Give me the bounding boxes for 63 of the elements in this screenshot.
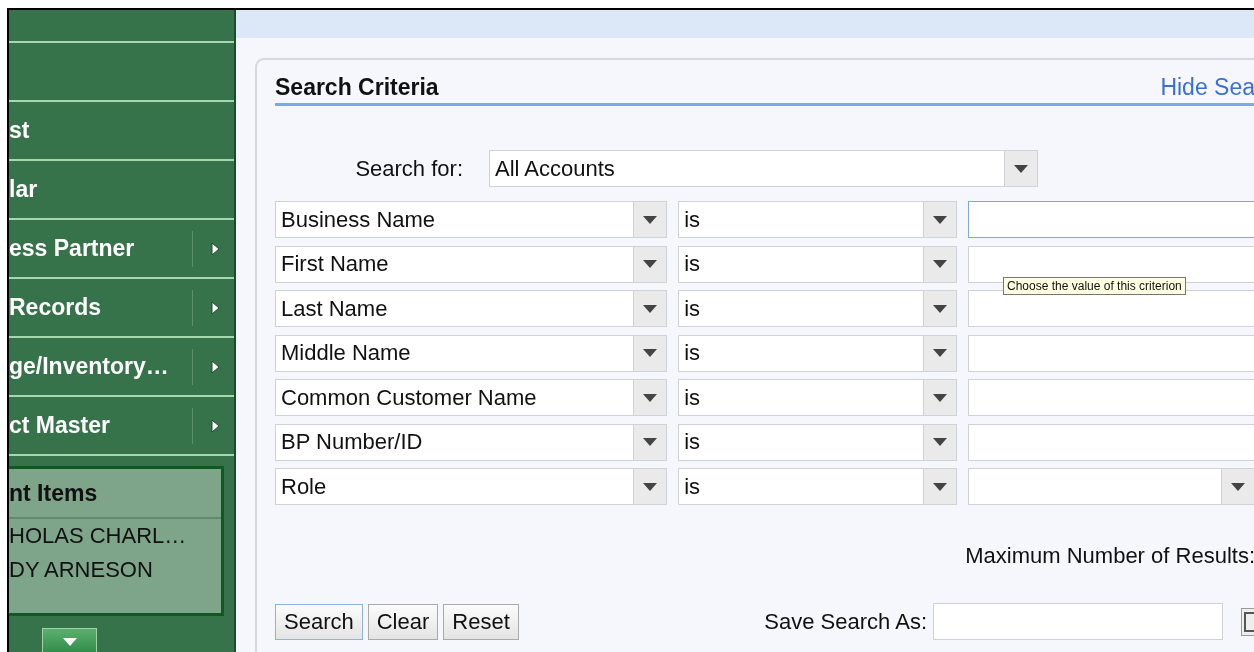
recent-item-link[interactable]: HOLAS CHARL… [9, 519, 221, 553]
submenu-arrow-icon [211, 418, 220, 433]
save-search-field[interactable] [933, 603, 1223, 640]
submenu-arrow-icon [211, 359, 220, 374]
caret-down-icon [932, 393, 947, 402]
field-dropdown[interactable]: Role [275, 468, 668, 505]
search-button[interactable]: Search [275, 603, 363, 640]
caret-down-icon [643, 349, 658, 357]
nav-item[interactable]: ge/Inventory… [9, 338, 234, 397]
operator-dropdown[interactable]: is [678, 334, 957, 372]
field-dropdown[interactable]: Common Customer Name [275, 379, 668, 416]
operator-dropdown[interactable]: is [678, 201, 957, 238]
field-dropdown[interactable]: Last Name [275, 290, 668, 327]
caret-down-icon [643, 215, 658, 224]
caret-down-icon [1231, 482, 1245, 491]
nav-item[interactable]: ct Master [9, 397, 234, 456]
max-results-label: Maximum Number of Results: [965, 543, 1254, 569]
caret-down-icon [932, 438, 947, 446]
caret-down-icon [932, 349, 947, 357]
caret-down-icon [1014, 164, 1028, 173]
nav-item[interactable]: ess Partner [9, 220, 234, 279]
submenu-arrow-icon [211, 241, 220, 256]
caret-down-icon [643, 393, 658, 402]
value-field[interactable] [967, 334, 1254, 372]
value-dropdown[interactable] [967, 468, 1254, 505]
nav-item[interactable]: Records [9, 279, 234, 338]
recent-items-title: nt Items [9, 469, 221, 519]
nav-item[interactable]: lar [9, 161, 234, 220]
reset-button[interactable]: Reset [443, 603, 519, 640]
search-for-label: Search for: [354, 155, 464, 182]
save-icon[interactable] [1241, 607, 1254, 636]
recent-item-link[interactable]: DY ARNESON [9, 553, 221, 587]
section-title: Search Criteria [275, 74, 439, 101]
caret-down-icon [62, 637, 77, 646]
caret-down-icon [643, 438, 658, 446]
search-for-dropdown[interactable]: All Accounts [489, 150, 1038, 187]
save-search-label: Save Search As: [764, 608, 927, 635]
operator-dropdown[interactable]: is [678, 379, 957, 416]
operator-dropdown[interactable]: is [678, 423, 957, 461]
caret-down-icon [643, 482, 658, 491]
tooltip: Choose the value of this criterion [1003, 277, 1186, 295]
caret-down-icon [643, 260, 658, 268]
nav-item[interactable]: st [9, 102, 234, 161]
value-field[interactable] [967, 379, 1254, 416]
value-field[interactable] [967, 245, 1254, 283]
caret-down-icon [932, 482, 947, 491]
value-field[interactable] [967, 201, 1254, 238]
operator-dropdown[interactable]: is [678, 245, 957, 283]
value-field[interactable] [967, 290, 1254, 327]
caret-down-icon [932, 304, 947, 313]
submenu-arrow-icon [211, 300, 220, 315]
value-field[interactable] [967, 423, 1254, 461]
caret-down-icon [932, 215, 947, 224]
field-dropdown[interactable]: Business Name [275, 201, 668, 238]
field-dropdown[interactable]: First Name [275, 245, 668, 283]
scroll-down-button[interactable] [42, 628, 97, 652]
caret-down-icon [932, 260, 947, 268]
caret-down-icon [643, 304, 658, 313]
field-dropdown[interactable]: BP Number/ID [275, 423, 668, 461]
clear-button[interactable]: Clear [367, 603, 439, 640]
operator-dropdown[interactable]: is [678, 468, 957, 505]
field-dropdown[interactable]: Middle Name [275, 334, 668, 372]
operator-dropdown[interactable]: is [678, 290, 957, 327]
